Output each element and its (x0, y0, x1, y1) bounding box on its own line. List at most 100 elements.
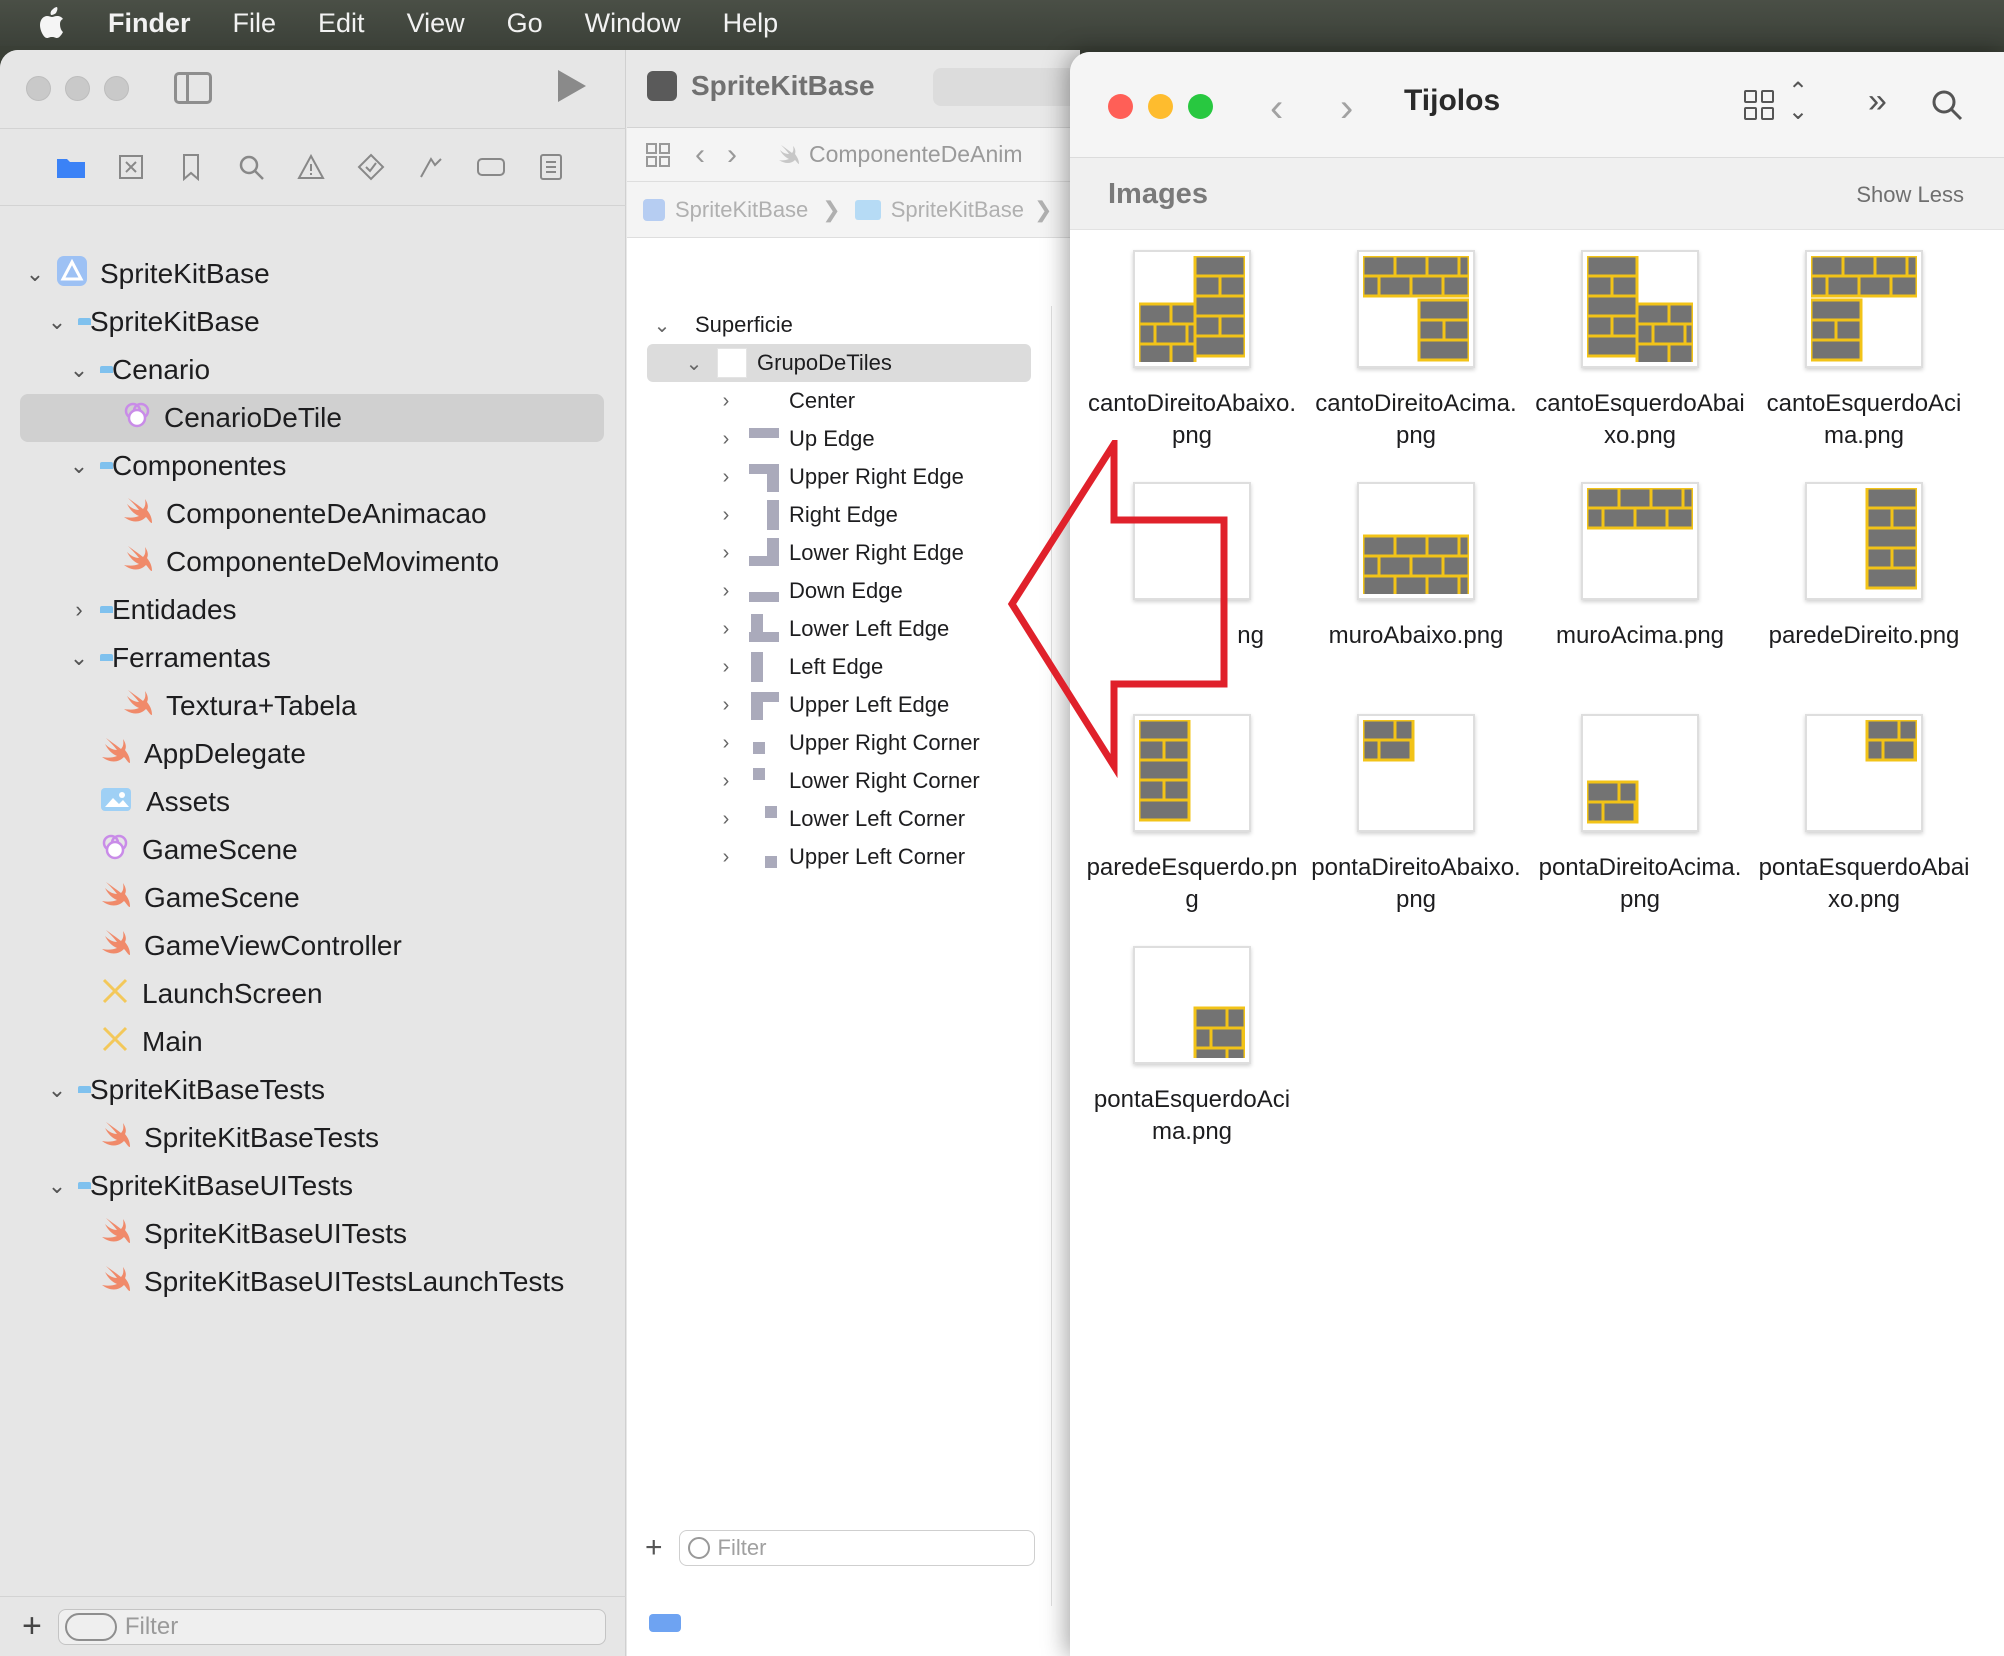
chevron-right-icon[interactable]: › (715, 542, 737, 565)
file-item[interactable]: cantoDireitoAbaixo.png (1080, 250, 1304, 452)
minimize-button[interactable] (1148, 94, 1173, 119)
project-title[interactable]: SpriteKitBase (647, 70, 875, 102)
outline-item[interactable]: › Right Edge (627, 496, 1051, 534)
search-icon[interactable] (1930, 88, 1964, 122)
chevron-down-icon[interactable]: ⌄ (46, 1173, 68, 1199)
menu-help[interactable]: Help (723, 8, 779, 39)
scheme-selector[interactable] (933, 68, 1080, 106)
tree-item[interactable]: ⌄ Componentes (0, 442, 626, 490)
tree-item[interactable]: ⌄ SpriteKitBaseTests (0, 1066, 626, 1114)
chevron-right-icon[interactable]: › (715, 846, 737, 869)
menu-view[interactable]: View (407, 8, 465, 39)
chevron-right-icon[interactable]: › (715, 656, 737, 679)
report-tab-icon[interactable] (536, 152, 566, 182)
menu-window[interactable]: Window (585, 8, 681, 39)
outline-item[interactable]: ⌄ GrupoDeTiles (627, 344, 1051, 382)
outline-item[interactable]: › Left Edge (627, 648, 1051, 686)
tree-item[interactable]: ComponenteDeMovimento (0, 538, 626, 586)
outline-item[interactable]: › Upper Right Edge (627, 458, 1051, 496)
apple-logo-icon[interactable] (38, 6, 68, 40)
chevron-right-icon[interactable]: › (715, 504, 737, 527)
chevron-right-icon[interactable]: › (715, 770, 737, 793)
chevron-right-icon[interactable]: › (715, 618, 737, 641)
file-item[interactable]: paredeDireito.png (1752, 482, 1976, 652)
tree-item[interactable]: GameScene (0, 826, 626, 874)
outline-item[interactable]: › Lower Left Edge (627, 610, 1051, 648)
view-options-chevron-icon[interactable]: ⌃ ⌄ (1788, 80, 1808, 124)
file-item[interactable]: muroAcima.png (1528, 482, 1752, 652)
chevron-down-icon[interactable]: ⌄ (651, 313, 673, 338)
tree-item[interactable]: SpriteKitBaseTests (0, 1114, 626, 1162)
outline-filter-field[interactable]: Filter (678, 1530, 1035, 1566)
outline-item[interactable]: › Upper Left Corner (627, 838, 1051, 876)
close-button[interactable] (26, 76, 51, 101)
sidebar-toggle-icon[interactable] (174, 72, 212, 104)
run-icon[interactable] (558, 70, 586, 102)
forward-arrow-icon[interactable]: › (727, 138, 737, 172)
outline-item[interactable]: › Up Edge (627, 420, 1051, 458)
zoom-button[interactable] (1188, 94, 1213, 119)
warning-tab-icon[interactable] (296, 152, 326, 182)
source-control-tab-icon[interactable] (116, 152, 146, 182)
chevron-down-icon[interactable]: ⌄ (46, 309, 68, 335)
folder-tab-icon[interactable] (56, 152, 86, 182)
tree-item[interactable]: AppDelegate (0, 730, 626, 778)
chevron-down-icon[interactable]: ⌄ (46, 1077, 68, 1103)
add-icon[interactable]: + (645, 1531, 663, 1565)
tree-item[interactable]: ⌄ Cenario (0, 346, 626, 394)
breadcrumb-project[interactable]: SpriteKitBase (675, 197, 808, 223)
chevron-right-icon[interactable]: › (715, 428, 737, 451)
outline-item[interactable]: › Down Edge (627, 572, 1051, 610)
tree-item[interactable]: Assets (0, 778, 626, 826)
outline-item[interactable]: › Upper Right Corner (627, 724, 1051, 762)
menu-file[interactable]: File (233, 8, 277, 39)
forward-arrow-icon[interactable]: › (1340, 86, 1353, 131)
tree-item[interactable]: CenarioDeTile (0, 394, 626, 442)
chevron-down-icon[interactable]: ⌄ (68, 357, 90, 383)
grid-icon[interactable] (645, 142, 671, 168)
menu-finder[interactable]: Finder (108, 8, 191, 39)
tree-item[interactable]: ⌄ SpriteKitBase (0, 250, 626, 298)
debug-tab-icon[interactable] (416, 152, 446, 182)
back-arrow-icon[interactable]: ‹ (695, 138, 705, 172)
chevron-right-icon[interactable]: › (715, 808, 737, 831)
show-less-button[interactable]: Show Less (1856, 182, 1964, 208)
file-item[interactable]: cantoEsquerdoAbaixo.png (1528, 250, 1752, 452)
chevron-right-icon[interactable]: › (715, 694, 737, 717)
chevron-right-icon[interactable]: › (715, 580, 737, 603)
tree-item[interactable]: Main (0, 1018, 626, 1066)
chevron-right-icon[interactable]: › (68, 597, 90, 623)
minimize-button[interactable] (65, 76, 90, 101)
tree-item[interactable]: ⌄ SpriteKitBase (0, 298, 626, 346)
outline-item[interactable]: ⌄ Superficie (627, 306, 1051, 344)
tree-item[interactable]: ⌄ SpriteKitBaseUITests (0, 1162, 626, 1210)
search-tab-icon[interactable] (236, 152, 266, 182)
menu-edit[interactable]: Edit (318, 8, 365, 39)
file-item[interactable]: pontaEsquerdoAbaixo.png (1752, 714, 1976, 916)
outline-item[interactable]: › Lower Right Corner (627, 762, 1051, 800)
breakpoint-tab-icon[interactable] (476, 152, 506, 182)
bookmark-tab-icon[interactable] (176, 152, 206, 182)
tree-item[interactable]: Textura+Tabela (0, 682, 626, 730)
file-item[interactable]: cantoDireitoAcima.png (1304, 250, 1528, 452)
add-icon[interactable]: + (22, 1607, 42, 1646)
chevron-down-icon[interactable]: ⌄ (68, 645, 90, 671)
close-button[interactable] (1108, 94, 1133, 119)
menu-go[interactable]: Go (507, 8, 543, 39)
chevron-right-icon[interactable]: › (715, 732, 737, 755)
chevron-down-icon[interactable]: ⌄ (68, 453, 90, 479)
outline-item[interactable]: › Lower Right Edge (627, 534, 1051, 572)
tree-item[interactable]: › Entidades (0, 586, 626, 634)
tree-item[interactable]: LaunchScreen (0, 970, 626, 1018)
outline-item[interactable]: › Lower Left Corner (627, 800, 1051, 838)
back-arrow-icon[interactable]: ‹ (1270, 86, 1283, 131)
navigator-filter-field[interactable]: Filter (57, 1608, 606, 1645)
chevron-down-icon[interactable]: ⌄ (24, 261, 46, 287)
file-item[interactable]: pontaDireitoAbaixo.png (1304, 714, 1528, 916)
jumpbar-filename[interactable]: ComponenteDeAnim (809, 141, 1023, 168)
zoom-button[interactable] (104, 76, 129, 101)
tree-item[interactable]: SpriteKitBaseUITests (0, 1210, 626, 1258)
outline-item[interactable]: › Upper Left Edge (627, 686, 1051, 724)
tree-item[interactable]: ⌄ Ferramentas (0, 634, 626, 682)
tree-item[interactable]: GameScene (0, 874, 626, 922)
